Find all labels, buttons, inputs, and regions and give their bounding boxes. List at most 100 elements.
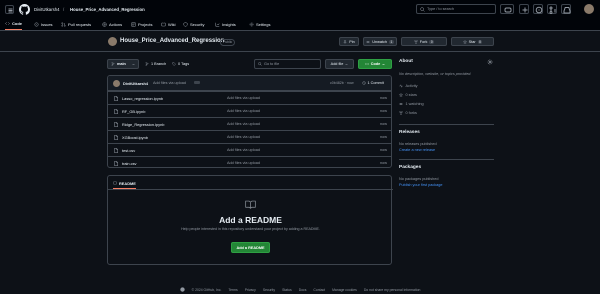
- search-icon: [420, 6, 425, 12]
- tags-link[interactable]: 0 Tags: [172, 62, 189, 66]
- unwatch-button[interactable]: Unwatch 1: [363, 37, 397, 46]
- file-date: now: [380, 148, 387, 152]
- branch-select[interactable]: main: [107, 59, 139, 69]
- file-name[interactable]: XGBoost.ipynb: [122, 135, 148, 140]
- code-button[interactable]: Code: [358, 59, 392, 69]
- create-release-link[interactable]: Create a new release: [399, 148, 435, 152]
- star-count: 0: [477, 39, 483, 44]
- commit-author[interactable]: DivitUtkarsh4: [123, 81, 148, 86]
- repo-link[interactable]: House_Price_Advanced_Regression: [70, 7, 145, 12]
- file-commit-message[interactable]: Add files via upload: [227, 161, 260, 165]
- table-row[interactable]: test.csv Add files via upload now: [108, 143, 391, 156]
- tab-settings[interactable]: Settings: [249, 18, 270, 30]
- table-row[interactable]: Ridge_Regression.ipynb Add files via upl…: [108, 117, 391, 130]
- file-commit-message[interactable]: Add files via upload: [227, 135, 260, 139]
- file-commit-message[interactable]: Add files via upload: [227, 109, 260, 113]
- tab-actions[interactable]: Actions: [102, 18, 122, 30]
- file-name[interactable]: test.csv: [122, 148, 135, 153]
- create-new-button[interactable]: [519, 4, 529, 14]
- footer: © 2024 GitHub, Inc. Terms Privacy Securi…: [0, 285, 600, 294]
- fork-label: Fork: [419, 39, 428, 44]
- issues-shortcut-button[interactable]: [533, 4, 543, 14]
- tab-projects[interactable]: Projects: [131, 18, 152, 30]
- file-name[interactable]: Ridge_Regression.ipynb: [122, 122, 164, 127]
- fork-icon: [414, 39, 418, 44]
- footer-link-privacy-choices[interactable]: Do not share my personal information: [364, 288, 421, 292]
- footer-link-cookies[interactable]: Manage cookies: [332, 288, 357, 292]
- avatar[interactable]: [584, 4, 594, 14]
- search-input[interactable]: Type / to search: [416, 4, 496, 14]
- forks-link[interactable]: 0 forks: [399, 111, 417, 115]
- footer-link-terms[interactable]: Terms: [228, 288, 237, 292]
- file-commit-message[interactable]: Add files via upload: [227, 122, 260, 126]
- watching-link[interactable]: 1 watching: [399, 102, 424, 106]
- file-name[interactable]: RF_GB.ipynb: [122, 109, 145, 114]
- go-to-file-input[interactable]: Go to file: [254, 59, 321, 69]
- stars-link[interactable]: 0 stars: [399, 93, 417, 97]
- book-icon: [161, 22, 166, 27]
- github-logo-icon[interactable]: [19, 4, 30, 15]
- forks-label: 0 forks: [405, 111, 417, 115]
- stars-label: 0 stars: [405, 93, 417, 97]
- commit-message[interactable]: Add files via upload: [153, 81, 186, 85]
- pin-button[interactable]: Pin: [339, 37, 359, 46]
- packages-heading[interactable]: Packages: [399, 165, 421, 170]
- footer-link-contact[interactable]: Contact: [313, 288, 325, 292]
- commit-hash[interactable]: c0b482b · now: [330, 81, 354, 85]
- file-date: now: [380, 96, 387, 100]
- releases-heading[interactable]: Releases: [399, 130, 420, 135]
- file-commit-message[interactable]: Add files via upload: [227, 96, 260, 100]
- publish-package-link[interactable]: Publish your first package: [399, 183, 442, 187]
- file-commit-message[interactable]: Add files via upload: [227, 148, 260, 152]
- shield-icon: [183, 21, 188, 27]
- path-separator: /: [63, 6, 65, 12]
- tab-pull-requests[interactable]: Pull requests: [61, 18, 91, 30]
- notifications-button[interactable]: [561, 4, 571, 14]
- gear-icon[interactable]: [487, 59, 493, 65]
- about-heading: About: [399, 59, 413, 64]
- tab-readme[interactable]: README: [113, 178, 136, 189]
- ellipsis-button[interactable]: [194, 81, 200, 85]
- star-button[interactable]: Star 0: [451, 37, 494, 46]
- commits-link[interactable]: 1 Commit: [362, 81, 384, 85]
- tab-security[interactable]: Security: [183, 18, 204, 30]
- chevron-down-icon: [345, 63, 349, 65]
- tab-wiki[interactable]: Wiki: [161, 18, 176, 30]
- fork-button[interactable]: Fork 0: [401, 37, 447, 46]
- table-icon: [131, 22, 136, 26]
- table-row[interactable]: Lasso_regression.ipynb Add files via upl…: [108, 91, 391, 104]
- github-logo-icon[interactable]: [179, 287, 185, 292]
- pull-requests-shortcut-button[interactable]: [547, 4, 557, 14]
- table-row[interactable]: XGBoost.ipynb Add files via upload now: [108, 130, 391, 143]
- star-icon: [399, 93, 403, 97]
- chevron-down-icon: [132, 63, 135, 65]
- tab-pull-requests-label: Pull requests: [68, 21, 92, 27]
- file-name[interactable]: train.csv: [122, 161, 137, 166]
- repo-nav: Code Issues Pull requests Actions Projec…: [0, 17, 600, 31]
- footer-link-status[interactable]: Status: [282, 288, 292, 292]
- tab-insights[interactable]: Insights: [215, 18, 236, 30]
- readme-tab-label: README: [119, 180, 136, 186]
- repo-title[interactable]: House_Price_Advanced_Regression: [120, 38, 224, 44]
- file-name[interactable]: Lasso_regression.ipynb: [122, 96, 163, 101]
- footer-link-privacy[interactable]: Privacy: [245, 288, 256, 292]
- tab-code[interactable]: Code: [5, 18, 22, 30]
- branches-link[interactable]: 1 Branch: [145, 62, 166, 66]
- footer-link-security[interactable]: Security: [263, 288, 275, 292]
- star-icon: [462, 39, 467, 44]
- add-file-button[interactable]: Add file: [325, 59, 354, 69]
- author-avatar[interactable]: [113, 79, 120, 87]
- owner-link[interactable]: DivitUtkarsh4: [34, 7, 60, 12]
- file-icon: [114, 147, 118, 153]
- menu-button[interactable]: [5, 5, 14, 14]
- add-readme-button[interactable]: Add a README: [231, 242, 270, 253]
- tab-issues-label: Issues: [41, 21, 53, 27]
- activity-link[interactable]: Activity: [399, 84, 418, 88]
- table-row[interactable]: train.csv Add files via upload now: [108, 156, 391, 167]
- watching-label: 1 watching: [405, 102, 424, 106]
- tab-issues[interactable]: Issues: [34, 18, 53, 30]
- fork-icon: [399, 111, 403, 115]
- table-row[interactable]: RF_GB.ipynb Add files via upload now: [108, 104, 391, 117]
- footer-link-docs[interactable]: Docs: [299, 288, 307, 292]
- copilot-button[interactable]: [500, 4, 514, 14]
